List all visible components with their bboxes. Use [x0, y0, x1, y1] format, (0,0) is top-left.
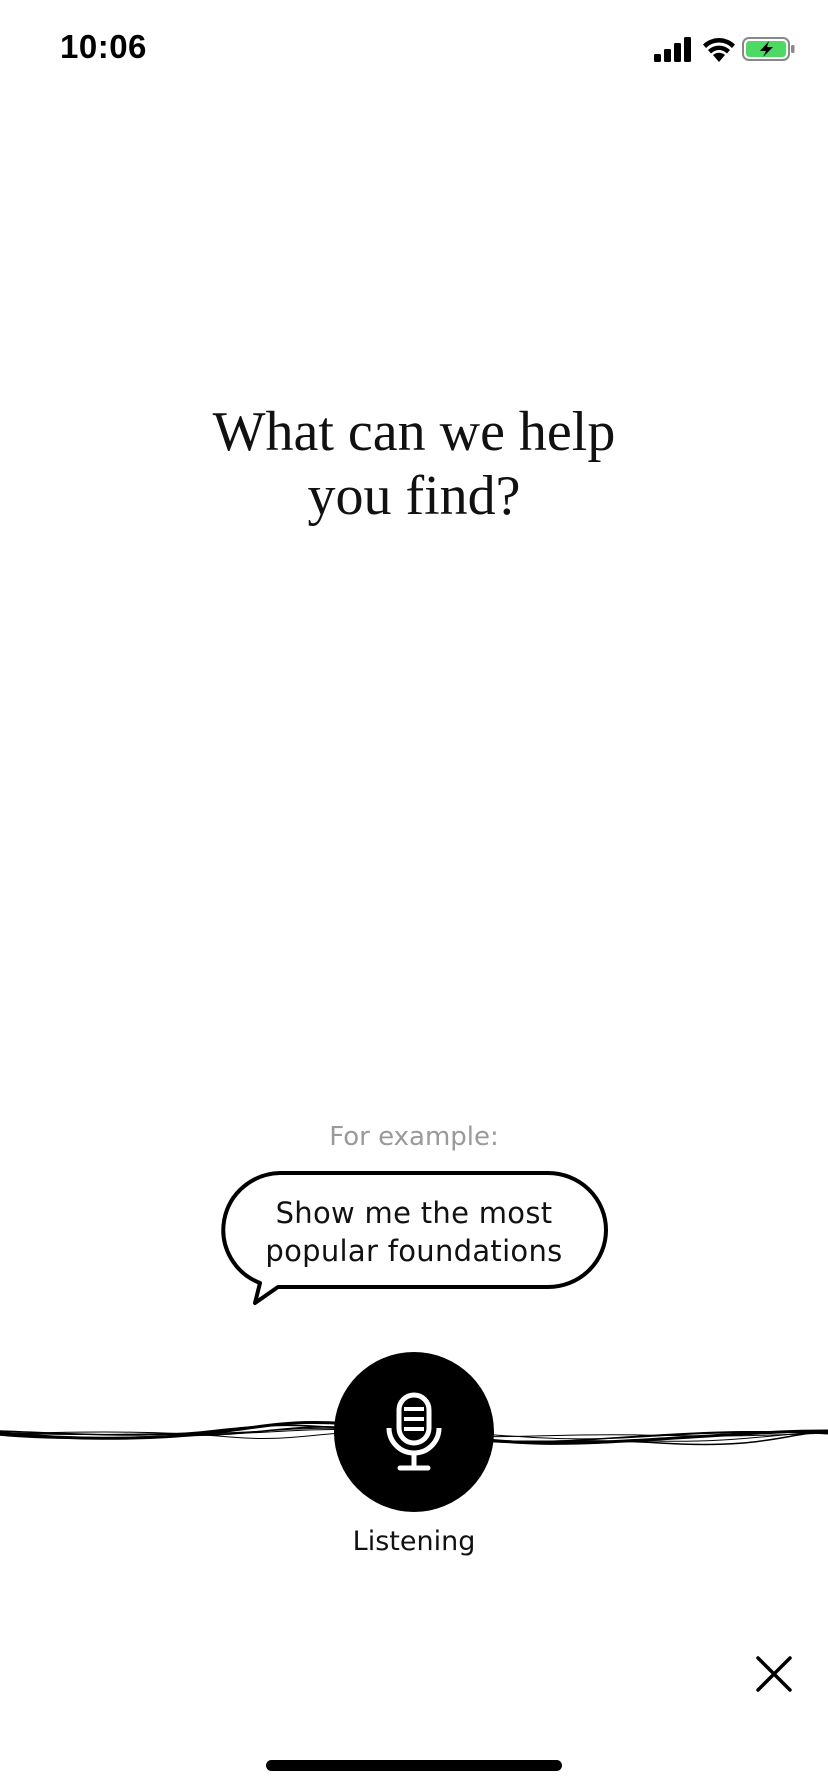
example-label: For example: [329, 1122, 499, 1152]
close-icon [756, 1656, 792, 1692]
page-title-line-1: What can we help [212, 401, 616, 463]
listening-status: Listening [352, 1526, 476, 1557]
suggestion-line-1: Show me the most [275, 1196, 553, 1230]
page-title: What can we help you find? [114, 400, 714, 528]
microphone-icon [386, 1392, 442, 1471]
suggestion-line-2: popular foundations [265, 1234, 563, 1268]
microphone-button[interactable] [334, 1352, 494, 1512]
status-icons [654, 34, 795, 64]
page-title-line-2: you find? [307, 465, 521, 527]
cellular-signal-icon [654, 37, 691, 62]
battery-charging-icon [742, 37, 795, 61]
wifi-icon [703, 38, 735, 62]
status-bar: 10:06 [0, 0, 828, 100]
status-time: 10:06 [60, 28, 147, 65]
suggestion-bubble[interactable]: Show me the most popular foundations [218, 1170, 610, 1308]
home-indicator[interactable] [266, 1760, 562, 1771]
suggestion-text: Show me the most popular foundations [218, 1194, 610, 1270]
close-button[interactable] [752, 1652, 796, 1696]
